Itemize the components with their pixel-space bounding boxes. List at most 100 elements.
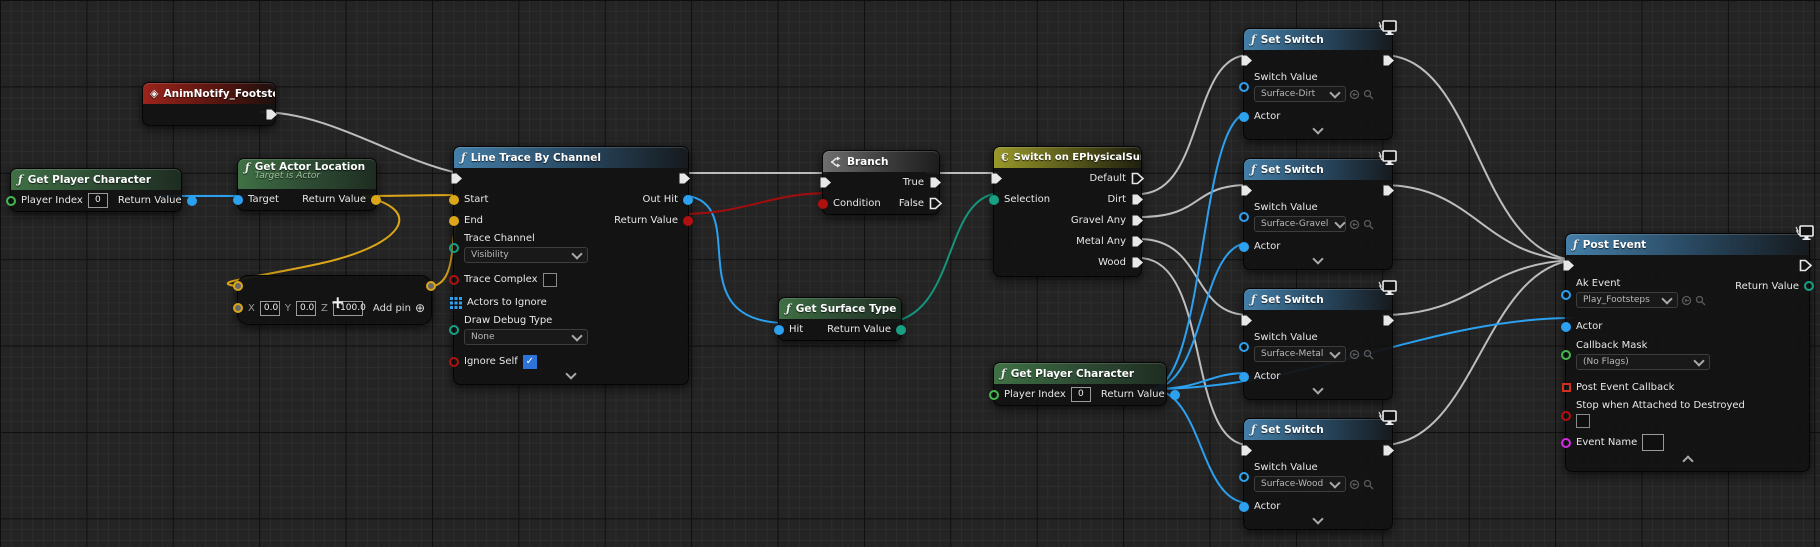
player-index-value[interactable]: 0 [88,193,108,208]
trace-channel-pin[interactable] [449,243,459,253]
node-header[interactable]: ƒ Get Actor Location Target is Actor [238,159,376,189]
browse-icon[interactable] [1695,295,1706,306]
ak-event-pin[interactable] [1561,290,1571,300]
callback-mask-pin[interactable] [1561,350,1571,360]
exec-out-pin[interactable] [1799,259,1813,272]
browse-icon[interactable] [1363,89,1374,100]
ignore-self-pin[interactable] [449,357,459,367]
node-post-event[interactable]: ƒ Post Event Ak Event Play_Footsteps [1565,233,1810,472]
stop-attached-pin[interactable] [1561,411,1571,421]
player-index-value[interactable]: 0 [1071,387,1091,402]
exec-out-pin[interactable] [1382,184,1396,197]
stop-attached-checkbox[interactable] [1576,414,1590,428]
draw-debug-dropdown[interactable]: None [464,329,588,345]
end-pin[interactable] [449,216,459,226]
switch-value-dropdown[interactable]: Surface-Wood [1254,476,1346,492]
trace-complex-pin[interactable] [449,275,459,285]
start-pin[interactable] [449,195,459,205]
node-set-switch-wood[interactable]: ƒ Set Switch Switch Value Surface-Wood [1243,418,1393,530]
node-header[interactable]: Branch [823,151,939,172]
callback-mask-dropdown[interactable]: (No Flags) [1576,354,1710,370]
node-get-actor-location[interactable]: ƒ Get Actor Location Target is Actor Tar… [237,158,377,211]
x-value[interactable]: 0.0 [260,301,280,316]
vector-output-pin[interactable] [426,281,436,291]
switch-value-pin[interactable] [1239,342,1249,352]
node-header[interactable]: ƒ Get Player Character [11,169,181,190]
false-exec-pin[interactable] [929,197,943,210]
trace-channel-dropdown[interactable]: Visibility [464,247,588,263]
exec-in-pin[interactable] [1240,314,1254,327]
blueprint-graph-canvas[interactable]: ◈ AnimNotify_Footsteps ƒ Get Player Char… [0,0,1820,547]
gravel-exec-pin[interactable] [1131,214,1145,227]
vector-input-b-pin[interactable] [233,303,243,313]
exec-out-pin[interactable] [678,172,692,185]
node-set-switch-dirt[interactable]: ƒ Set Switch Switch Value Surface-Dirt [1243,28,1393,140]
node-branch[interactable]: Branch True Condition False [822,150,940,215]
post-event-callback-pin[interactable] [1562,383,1571,392]
y-value[interactable]: 0.0 [296,301,316,316]
ak-event-dropdown[interactable]: Play_Footsteps [1576,292,1678,308]
node-header[interactable]: € Switch on EPhysicalSurface [994,147,1141,168]
node-header[interactable]: ◈ AnimNotify_Footsteps [143,83,275,104]
advanced-toggle[interactable] [1566,453,1809,471]
switch-value-dropdown[interactable]: Surface-Dirt [1254,86,1346,102]
exec-out-pin[interactable] [1382,54,1396,67]
use-selected-icon[interactable] [1349,89,1360,100]
default-exec-pin[interactable] [1131,172,1145,185]
true-exec-pin[interactable] [929,176,943,189]
node-header[interactable]: ƒ Set Switch [1244,289,1392,310]
exec-out-pin[interactable] [1382,444,1396,457]
actor-pin[interactable] [1239,502,1249,512]
node-set-switch-metal[interactable]: ƒ Set Switch Switch Value Surface-Metal [1243,288,1393,400]
hit-pin[interactable] [774,325,784,335]
actor-pin[interactable] [1239,242,1249,252]
node-get-surface-type[interactable]: ƒ Get Surface Type Hit Return Value [778,297,902,341]
exec-in-pin[interactable] [819,176,833,189]
switch-value-pin[interactable] [1239,212,1249,222]
browse-icon[interactable] [1363,219,1374,230]
vector-input-a-pin[interactable] [233,281,243,291]
node-vector-add[interactable]: + X 0.0 Y 0.0 Z -100.0 Add pin ⊕ [237,275,432,325]
return-value-pin[interactable] [683,216,693,226]
advanced-toggle[interactable] [1244,387,1392,399]
return-value-pin[interactable] [187,196,197,206]
target-pin[interactable] [233,195,243,205]
node-set-switch-gravel[interactable]: ƒ Set Switch Switch Value Surface-Gravel [1243,158,1393,270]
browse-icon[interactable] [1363,349,1374,360]
return-value-pin[interactable] [896,325,906,335]
advanced-toggle[interactable] [1244,127,1392,139]
node-header[interactable]: ƒ Line Trace By Channel [454,147,688,168]
actor-pin[interactable] [1239,112,1249,122]
exec-out-pin[interactable] [265,108,279,121]
actor-pin[interactable] [1561,322,1571,332]
return-value-pin[interactable] [1804,281,1814,291]
return-value-pin[interactable] [1170,390,1180,400]
node-line-trace-by-channel[interactable]: ƒ Line Trace By Channel Start Out Hit En… [453,146,689,385]
advanced-toggle[interactable] [1244,257,1392,269]
exec-in-pin[interactable] [1562,259,1576,272]
use-selected-icon[interactable] [1681,295,1692,306]
exec-out-pin[interactable] [1382,314,1396,327]
node-get-player-character-1[interactable]: ƒ Get Player Character Player Index 0 Re… [10,168,182,212]
switch-value-pin[interactable] [1239,82,1249,92]
array-pin[interactable] [450,297,462,309]
use-selected-icon[interactable] [1349,349,1360,360]
use-selected-icon[interactable] [1349,219,1360,230]
player-index-pin[interactable] [6,196,16,206]
node-header[interactable]: ƒ Get Player Character [994,363,1166,384]
draw-debug-pin[interactable] [449,325,459,335]
condition-pin[interactable] [818,199,828,209]
use-selected-icon[interactable] [1349,479,1360,490]
switch-value-dropdown[interactable]: Surface-Metal [1254,346,1346,362]
exec-in-pin[interactable] [990,172,1004,185]
return-value-pin[interactable] [371,195,381,205]
exec-in-pin[interactable] [1240,444,1254,457]
event-name-value[interactable] [1642,434,1664,451]
node-get-player-character-2[interactable]: ƒ Get Player Character Player Index 0 Re… [993,362,1167,406]
selection-pin[interactable] [989,195,999,205]
event-name-pin[interactable] [1561,438,1571,448]
exec-in-pin[interactable] [1240,54,1254,67]
node-switch-on-ephysicalsurface[interactable]: € Switch on EPhysicalSurface Default Sel… [993,146,1142,277]
metal-exec-pin[interactable] [1131,235,1145,248]
node-header[interactable]: ƒ Set Switch [1244,159,1392,180]
